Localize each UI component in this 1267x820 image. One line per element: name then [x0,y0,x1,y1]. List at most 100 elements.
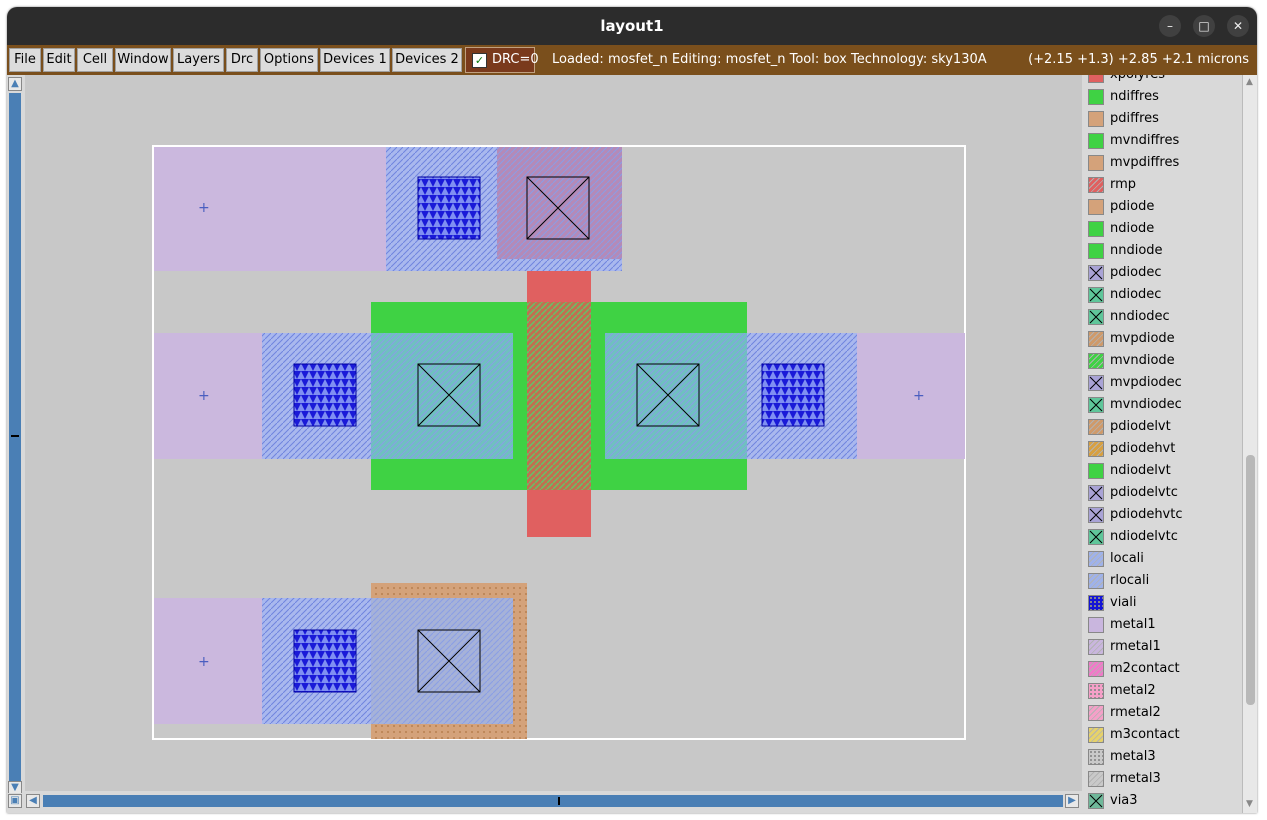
layer-item-pdiodelvtc[interactable]: pdiodelvtc [1088,483,1238,505]
layer-item-metal3[interactable]: metal3 [1088,747,1238,769]
menu-window[interactable]: Window [115,48,171,72]
rmp-swatch-icon[interactable] [1088,177,1104,193]
mvndiffres-swatch-icon[interactable] [1088,133,1104,149]
palette-scroll-up-icon[interactable]: ▲ [1246,77,1253,87]
layer-item-ndiffres[interactable]: ndiffres [1088,87,1238,109]
layer-item-locali[interactable]: locali [1088,549,1238,571]
layer-item-rmetal2[interactable]: rmetal2 [1088,703,1238,725]
layer-item-pdiodelvt[interactable]: pdiodelvt [1088,417,1238,439]
m2contact-swatch-icon[interactable] [1088,661,1104,677]
metal2-swatch-icon[interactable] [1088,683,1104,699]
xpolyres-swatch-icon[interactable] [1088,75,1104,83]
rmetal2-swatch-icon[interactable] [1088,705,1104,721]
menu-layers[interactable]: Layers [173,48,224,72]
metal1-swatch-icon[interactable] [1088,617,1104,633]
layer-item-xpolyres[interactable]: xpolyres [1088,75,1238,87]
ndiffres-swatch-icon[interactable] [1088,89,1104,105]
menu-drc[interactable]: Drc [226,48,258,72]
layer-item-m3contact[interactable]: m3contact [1088,725,1238,747]
minimize-button[interactable]: – [1159,15,1181,37]
metal3-swatch-icon[interactable] [1088,749,1104,765]
drc-toggle[interactable]: ✓ DRC=0 [465,47,539,73]
poly-contact-region[interactable] [497,147,622,259]
scroll-right-arrow-icon[interactable]: ▶ [1065,794,1079,808]
viali-body[interactable] [293,629,357,693]
viali-swatch-icon[interactable] [1088,595,1104,611]
viali-gate[interactable] [417,176,481,240]
menu-options[interactable]: Options [260,48,318,72]
ndiodelvt-swatch-icon[interactable] [1088,463,1104,479]
pdiodehvt-swatch-icon[interactable] [1088,441,1104,457]
via3-swatch-icon[interactable] [1088,793,1104,809]
vertical-scrollbar[interactable]: ▲ ▼ [7,75,23,795]
rmetal1-swatch-icon[interactable] [1088,639,1104,655]
scroll-left-arrow-icon[interactable]: ◀ [26,794,40,808]
layer-item-viali[interactable]: viali [1088,593,1238,615]
close-button[interactable]: ✕ [1227,15,1249,37]
layer-item-ndiodec[interactable]: ndiodec [1088,285,1238,307]
locali-drain-on-diff[interactable] [605,333,747,459]
layer-item-rmetal1[interactable]: rmetal1 [1088,637,1238,659]
m3contact-swatch-icon[interactable] [1088,727,1104,743]
mvndiode-swatch-icon[interactable] [1088,353,1104,369]
layer-item-mvpdiode[interactable]: mvpdiode [1088,329,1238,351]
layer-item-ndiodelvt[interactable]: ndiodelvt [1088,461,1238,483]
pdiodelvt-swatch-icon[interactable] [1088,419,1104,435]
rmetal3-swatch-icon[interactable] [1088,771,1104,787]
ndiodelvtc-swatch-icon[interactable] [1088,529,1104,545]
locali-source-on-diff[interactable] [371,333,513,459]
mvpdiode-swatch-icon[interactable] [1088,331,1104,347]
ndiode-swatch-icon[interactable] [1088,221,1104,237]
layer-item-mvndiffres[interactable]: mvndiffres [1088,131,1238,153]
pdiode-swatch-icon[interactable] [1088,199,1104,215]
maximize-button[interactable]: □ [1193,15,1215,37]
title-bar[interactable]: layout1 – □ ✕ [7,7,1257,45]
locali-swatch-icon[interactable] [1088,551,1104,567]
layer-item-rmp[interactable]: rmp [1088,175,1238,197]
scroll-up-arrow-icon[interactable]: ▲ [8,77,22,91]
layout-drawing[interactable]: + + + + [25,75,1082,791]
metal1-gate-pin[interactable] [154,147,386,271]
pdiffres-swatch-icon[interactable] [1088,111,1104,127]
metal1-drain-pin[interactable] [857,333,965,459]
palette-scroll-down-icon[interactable]: ▼ [1246,799,1253,809]
layer-item-mvpdiffres[interactable]: mvpdiffres [1088,153,1238,175]
nmos-channel[interactable] [527,302,591,490]
layer-item-metal2[interactable]: metal2 [1088,681,1238,703]
layer-item-nndiode[interactable]: nndiode [1088,241,1238,263]
mvpdiffres-swatch-icon[interactable] [1088,155,1104,171]
layer-item-pdiode[interactable]: pdiode [1088,197,1238,219]
pdiodec-swatch-icon[interactable] [1088,265,1104,281]
layer-item-mvndiodec[interactable]: mvndiodec [1088,395,1238,417]
layout-canvas[interactable]: + + + + [25,75,1082,791]
ndiodec-swatch-icon[interactable] [1088,287,1104,303]
menu-devices-1[interactable]: Devices 1 [320,48,390,72]
horizontal-scroll-track[interactable] [43,795,1063,807]
layer-item-pdiodehvt[interactable]: pdiodehvt [1088,439,1238,461]
menu-file[interactable]: File [9,48,41,72]
layer-item-mvndiode[interactable]: mvndiode [1088,351,1238,373]
layer-item-m2contact[interactable]: m2contact [1088,659,1238,681]
palette-scroll-thumb[interactable] [1246,455,1255,705]
layer-item-via3[interactable]: via3 [1088,791,1238,813]
layer-item-nndiodec[interactable]: nndiodec [1088,307,1238,329]
zoom-box-icon[interactable]: ▣ [8,794,22,808]
layer-item-rlocali[interactable]: rlocali [1088,571,1238,593]
rlocali-swatch-icon[interactable] [1088,573,1104,589]
pdiodelvtc-swatch-icon[interactable] [1088,485,1104,501]
drc-checkbox[interactable]: ✓ [472,53,487,68]
layer-item-pdiffres[interactable]: pdiffres [1088,109,1238,131]
nndiodec-swatch-icon[interactable] [1088,309,1104,325]
layer-item-metal1[interactable]: metal1 [1088,615,1238,637]
layer-item-ndiodelvtc[interactable]: ndiodelvtc [1088,527,1238,549]
mvpdiodec-swatch-icon[interactable] [1088,375,1104,391]
layer-item-mvpdiodec[interactable]: mvpdiodec [1088,373,1238,395]
layer-item-rmetal3[interactable]: rmetal3 [1088,769,1238,791]
viali-drain[interactable] [761,363,825,427]
locali-body-on-pdiff[interactable] [371,598,513,724]
horizontal-scrollbar[interactable]: ▣ ◀ ▶ [7,793,1082,809]
pdiodehvtc-swatch-icon[interactable] [1088,507,1104,523]
nndiode-swatch-icon[interactable] [1088,243,1104,259]
vertical-scroll-track[interactable] [9,93,21,781]
viali-source[interactable] [293,363,357,427]
